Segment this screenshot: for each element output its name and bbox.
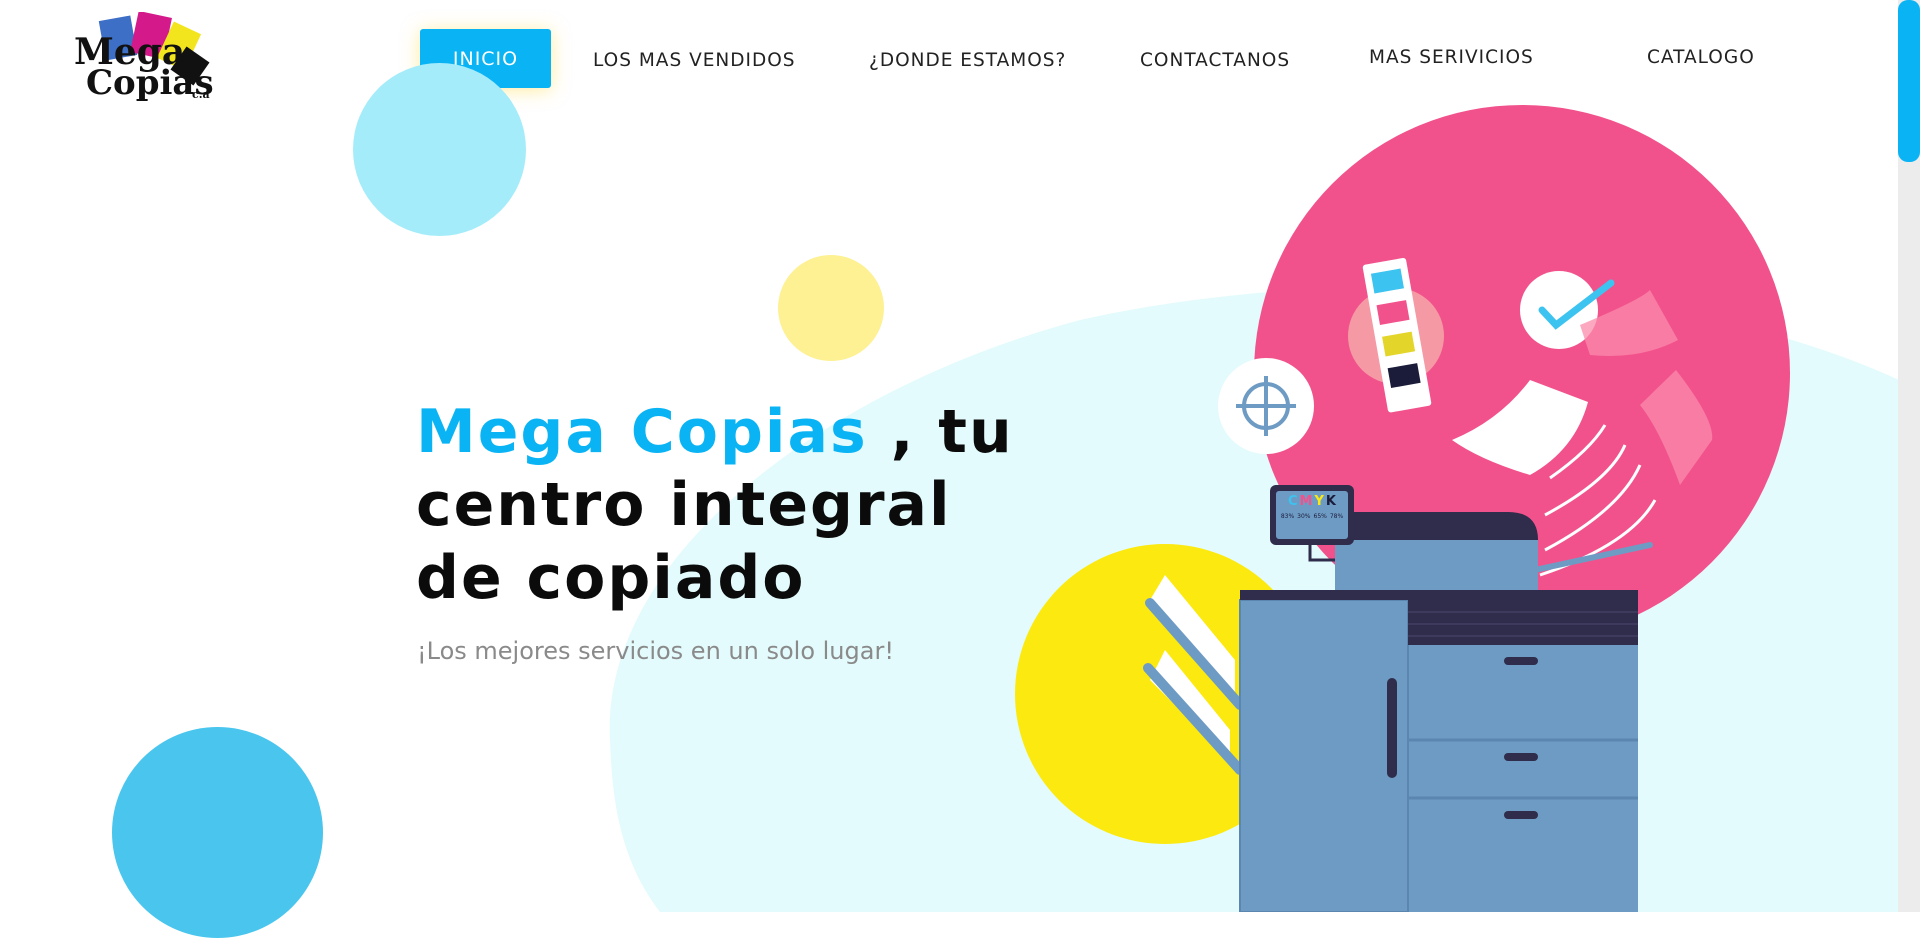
hero-subtitle: ¡Los mejores servicios en un solo lugar! xyxy=(417,637,894,665)
paper-sheet-1 xyxy=(1150,575,1235,700)
flying-paper-1 xyxy=(1580,290,1678,356)
check-icon xyxy=(1538,279,1615,330)
motion-line-1 xyxy=(1549,424,1607,480)
drawer-handle-3 xyxy=(1504,811,1538,819)
paper-sheet-2 xyxy=(1150,650,1230,760)
motion-line-4 xyxy=(1539,499,1657,577)
cmyk-k-value: 78% xyxy=(1329,513,1344,520)
swatch-glow xyxy=(1348,288,1444,384)
cmyk-c: C xyxy=(1288,494,1298,509)
drawer-handle-2 xyxy=(1504,753,1538,761)
printer-left-panel xyxy=(1239,599,1409,912)
color-swatch-strip xyxy=(1362,257,1432,413)
cmyk-y-value: 65% xyxy=(1313,513,1327,520)
printer-vent xyxy=(1408,600,1638,645)
blue-circle xyxy=(112,727,323,938)
printed-paper xyxy=(1452,380,1588,475)
nav-donde-estamos[interactable]: ¿DONDE ESTAMOS? xyxy=(869,50,1066,71)
printer-lid xyxy=(1335,512,1538,560)
main-nav: INICIO LOS MAS VENDIDOS ¿DONDE ESTAMOS? … xyxy=(0,0,1900,100)
cmyk-y: Y xyxy=(1314,494,1324,509)
printer-body xyxy=(1240,590,1638,912)
nav-los-mas-vendidos[interactable]: LOS MAS VENDIDOS xyxy=(593,50,796,71)
yellow-circle xyxy=(1015,544,1315,844)
printer-display-text: C M Y K 83% 30% 65% 78% xyxy=(1276,491,1348,539)
light-blue-circle xyxy=(353,63,526,236)
flying-paper-2 xyxy=(1640,370,1713,485)
check-bubble xyxy=(1520,271,1598,349)
cmyk-m-value: 30% xyxy=(1297,513,1311,520)
pale-yellow-circle xyxy=(778,255,884,361)
hero-brand: Mega Copias xyxy=(416,397,868,467)
cmyk-k: K xyxy=(1325,494,1336,509)
nav-contactanos[interactable]: CONTACTANOS xyxy=(1140,50,1290,71)
scrollbar-thumb[interactable] xyxy=(1898,0,1920,162)
motion-line-2 xyxy=(1544,444,1627,517)
hero-title: Mega Copias , tu centro integral de copi… xyxy=(416,396,1056,615)
target-icon xyxy=(1242,382,1290,430)
cmyk-m: M xyxy=(1299,494,1313,509)
nav-catalogo[interactable]: CATALOGO xyxy=(1647,47,1755,68)
pink-circle xyxy=(1254,105,1790,641)
cmyk-c-value: 83% xyxy=(1280,513,1295,520)
printer-top xyxy=(1335,540,1538,590)
motion-line-3 xyxy=(1544,464,1642,552)
nav-mas-servicios[interactable]: MAS SERIVICIOS xyxy=(1369,47,1534,68)
drawer-handle-1 xyxy=(1504,657,1538,665)
target-bubble xyxy=(1218,358,1314,454)
